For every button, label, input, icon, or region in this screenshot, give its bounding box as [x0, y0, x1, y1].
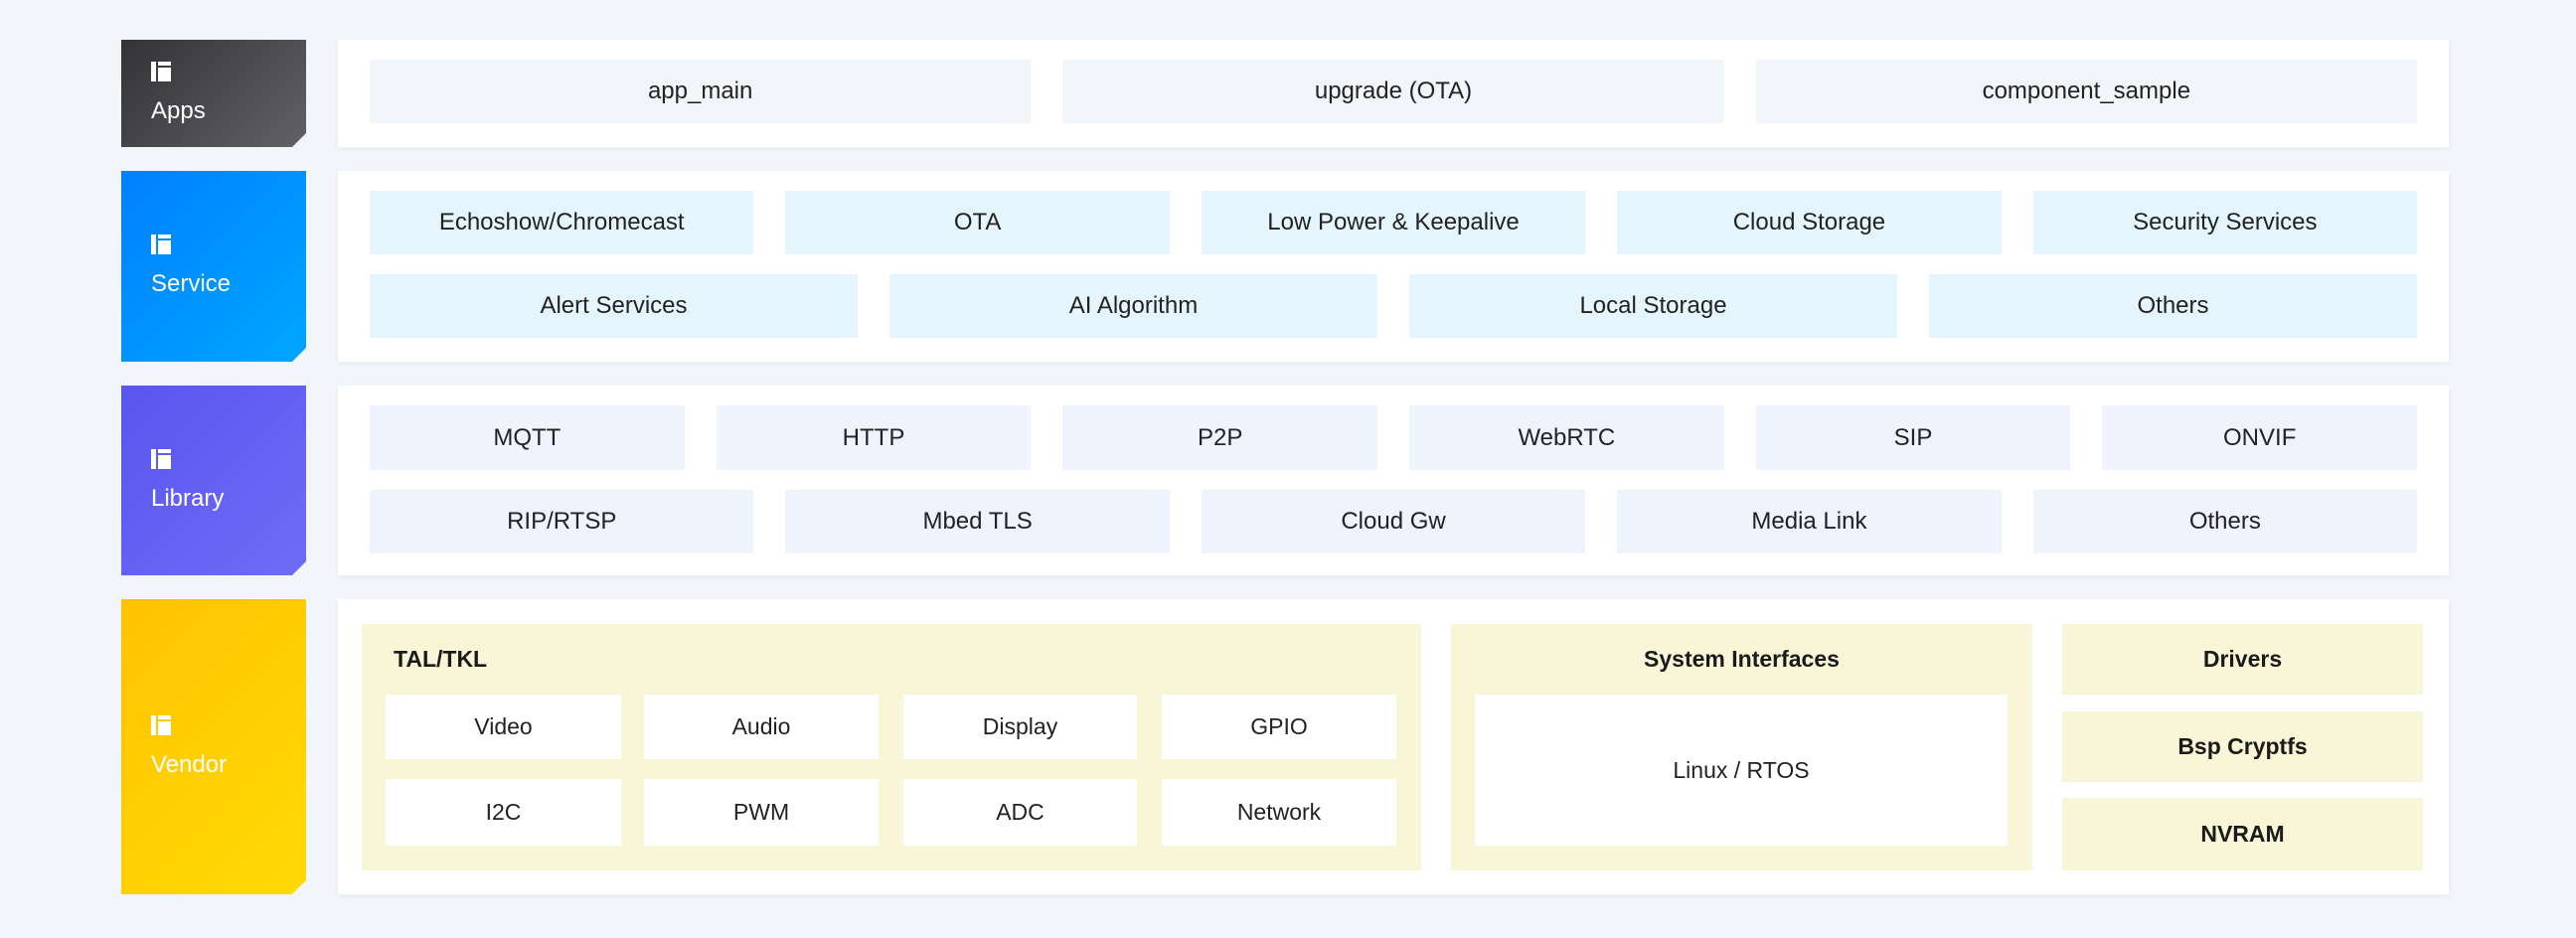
library-cell: MQTT [370, 405, 685, 470]
library-cell: Others [2032, 490, 2418, 553]
library-cell: Cloud Gw [1201, 490, 1586, 553]
layout-icon [151, 62, 171, 81]
library-cell: ONVIF [2102, 405, 2418, 470]
library-cell: SIP [1755, 405, 2071, 470]
app-cell: upgrade (OTA) [1062, 60, 1724, 123]
system-interfaces-box: System Interfaces Linux / RTOS [1451, 624, 2032, 870]
tal-cell: I2C [386, 779, 621, 846]
tal-cell: Network [1162, 779, 1396, 846]
layer-label: Vendor [151, 750, 228, 778]
app-cell: component_sample [1755, 60, 2417, 123]
layer-apps: Apps [121, 40, 306, 147]
service-cell: Others [1929, 274, 2417, 338]
bsp-cryptfs-box: Bsp Cryptfs [2062, 711, 2423, 782]
drivers-box: Drivers [2062, 624, 2423, 695]
layer-vendor: Vendor [121, 599, 306, 894]
tal-cell: PWM [644, 779, 879, 846]
layer-label: Library [151, 484, 225, 512]
nvram-box: NVRAM [2062, 798, 2423, 870]
service-cell: AI Algorithm [889, 274, 1377, 338]
layout-icon [151, 715, 171, 735]
layout-icon [151, 234, 171, 254]
service-cell: OTA [785, 191, 1170, 254]
tal-box: TAL/TKL Video Audio Display GPIO I2C PWM… [362, 624, 1421, 870]
service-panel: Echoshow/Chromecast OTA Low Power & Keep… [338, 171, 2449, 362]
layout-icon [151, 449, 171, 469]
vendor-panel: TAL/TKL Video Audio Display GPIO I2C PWM… [338, 599, 2449, 894]
apps-panel: app_main upgrade (OTA) component_sample [338, 40, 2449, 147]
tal-title: TAL/TKL [394, 646, 488, 672]
layer-service: Service [121, 171, 306, 362]
library-cell: HTTP [716, 405, 1032, 470]
library-cell: P2P [1062, 405, 1378, 470]
tal-cell: Audio [644, 695, 879, 759]
app-cell: app_main [370, 60, 1032, 123]
library-cell: Mbed TLS [785, 490, 1170, 553]
tal-cell: GPIO [1162, 695, 1396, 759]
tal-cell: Video [386, 695, 621, 759]
library-panel: MQTT HTTP P2P WebRTC SIP ONVIF RIP/RTSP … [338, 386, 2449, 575]
service-cell: Alert Services [370, 274, 858, 338]
service-cell: Local Storage [1409, 274, 1897, 338]
system-interfaces-title: System Interfaces [1644, 646, 1840, 672]
layer-library: Library [121, 386, 306, 575]
service-cell: Low Power & Keepalive [1201, 191, 1586, 254]
linux-rtos-cell: Linux / RTOS [1475, 695, 2008, 846]
layer-label: Service [151, 270, 232, 297]
service-cell: Echoshow/Chromecast [370, 191, 754, 254]
tal-cell: Display [903, 695, 1137, 759]
layer-label: Apps [151, 97, 206, 124]
library-cell: WebRTC [1409, 405, 1724, 470]
tal-cell: ADC [903, 779, 1137, 846]
library-cell: Media Link [1617, 490, 2002, 553]
library-cell: RIP/RTSP [370, 490, 754, 553]
service-cell: Cloud Storage [1617, 191, 2002, 254]
service-cell: Security Services [2032, 191, 2418, 254]
